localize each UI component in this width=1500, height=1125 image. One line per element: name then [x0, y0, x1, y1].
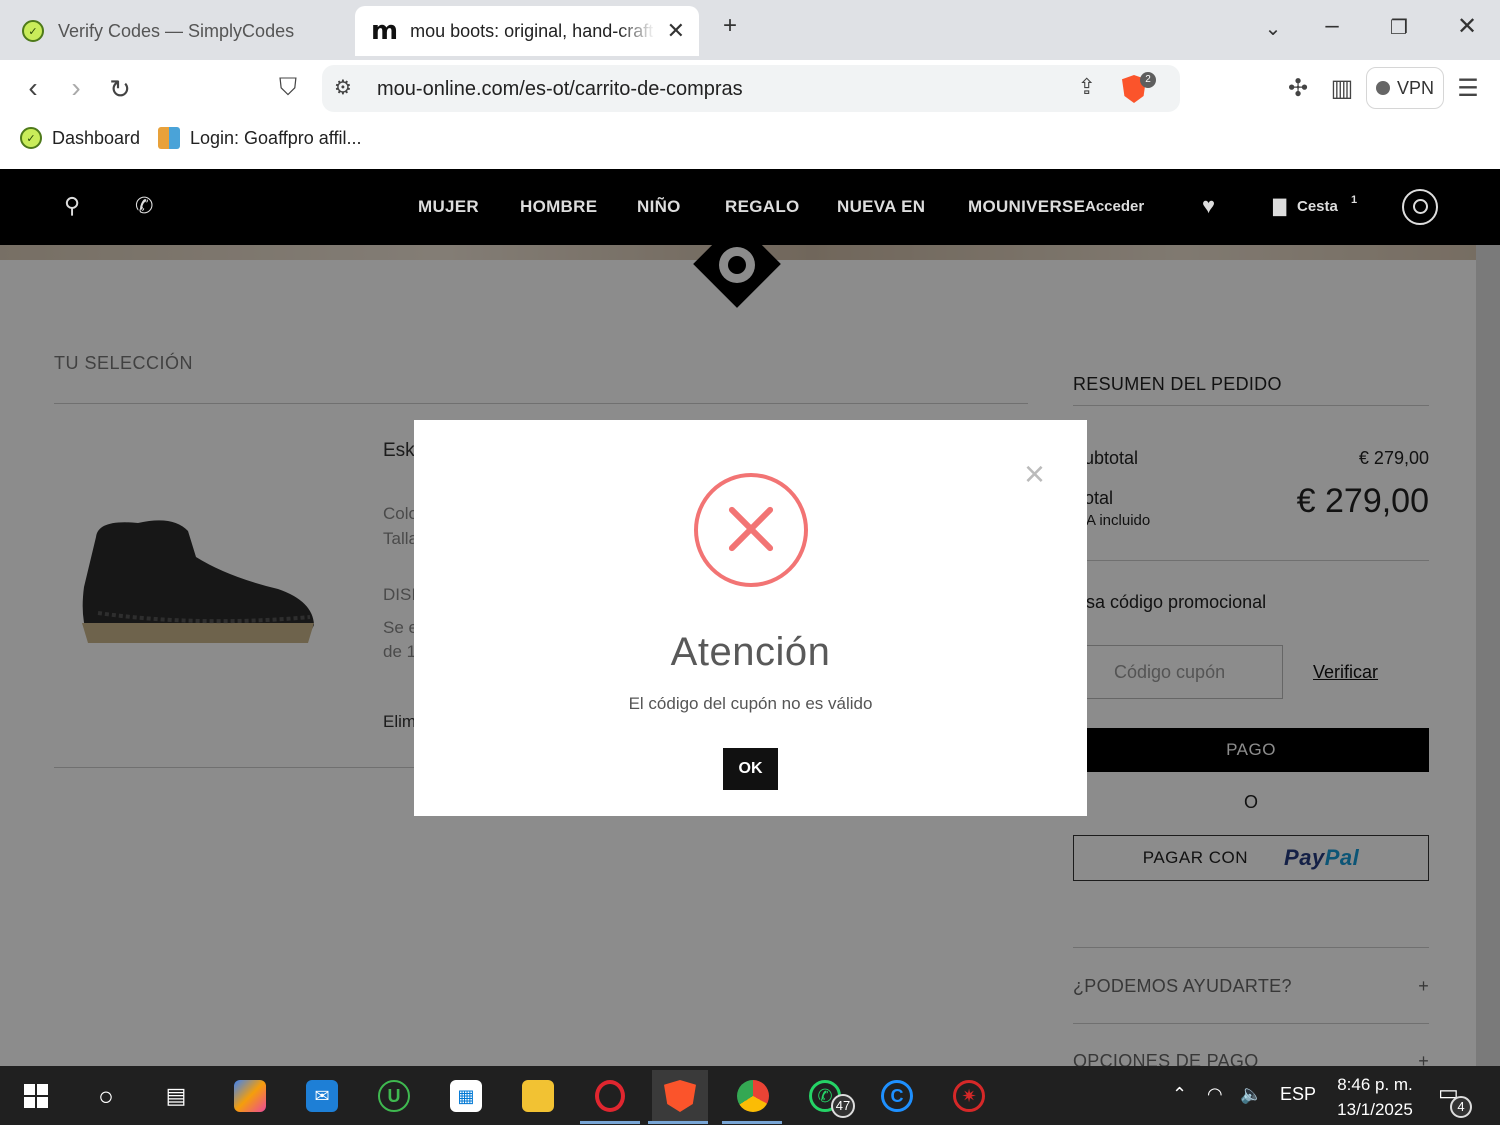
wifi-icon[interactable]: ◠ — [1207, 1084, 1223, 1105]
bookmark-label: Login: Goaffpro affil... — [190, 127, 362, 148]
copilot-icon[interactable] — [228, 1074, 272, 1118]
shield-count-badge: 2 — [1140, 72, 1156, 88]
volume-icon[interactable]: 🔈 — [1240, 1084, 1262, 1105]
dialog-message: El código del cupón no es válido — [628, 694, 873, 713]
share-icon[interactable]: ⇪ — [1078, 74, 1096, 100]
site-settings-icon[interactable]: ⚙ — [334, 75, 352, 100]
dialog-title: Atención — [670, 630, 831, 674]
bookmarks-bar: ✓ Dashboard Login: Goaffpro affil... — [0, 117, 1500, 169]
tab-title: mou boots: original, hand-craft — [410, 20, 654, 41]
mou-favicon-icon: m — [371, 16, 399, 46]
running-indicator — [580, 1121, 640, 1124]
forward-icon[interactable]: › — [58, 72, 94, 104]
running-indicator — [722, 1121, 782, 1124]
vpn-button[interactable]: VPN — [1366, 67, 1444, 109]
task-view-icon[interactable]: ▤ — [154, 1074, 198, 1118]
clock-date: 13/1/2025 — [1337, 1100, 1413, 1119]
nav-regalo[interactable]: REGALO — [725, 197, 800, 217]
ok-button[interactable]: OK — [723, 748, 778, 790]
whatsapp-unread-badge: 47 — [831, 1094, 855, 1118]
wishlist-heart-icon[interactable]: ♥ — [1202, 193, 1215, 219]
upwork-icon[interactable]: U — [372, 1074, 416, 1118]
nav-mujer[interactable]: MUJER — [418, 197, 479, 217]
restore-icon[interactable]: ❐ — [1381, 15, 1417, 40]
phone-icon[interactable]: ✆ — [135, 193, 153, 219]
search-icon[interactable] — [1402, 189, 1438, 225]
nav-hombre[interactable]: HOMBRE — [520, 197, 597, 217]
notifications-badge: 4 — [1450, 1096, 1472, 1118]
browser-toolbar: ‹ › ↻ ⛉ ⚙ mou-online.com/es-ot/carrito-d… — [0, 60, 1500, 117]
window-close-icon[interactable]: ✕ — [1449, 12, 1485, 41]
windows-start-icon[interactable] — [14, 1074, 58, 1118]
vpn-label: VPN — [1396, 77, 1434, 98]
bookmark-dashboard[interactable]: ✓ Dashboard — [20, 127, 140, 149]
back-icon[interactable]: ‹ — [15, 72, 51, 104]
goaffpro-favicon-icon — [158, 127, 180, 149]
brave-browser-icon[interactable] — [652, 1070, 708, 1122]
browser-tab-bar: ✓ Verify Codes — SimplyCodes m mou boots… — [0, 0, 1500, 60]
location-pin-icon[interactable]: ⚲ — [64, 193, 80, 219]
page-scrollbar[interactable] — [1476, 245, 1500, 1066]
tab-title: Verify Codes — SimplyCodes — [58, 20, 295, 41]
windows-taskbar: ○ ▤ ✉ U ▦ ✆ 47 C ✷ ⌃ ◠ 🔈 ESP 8:46 p. m. … — [0, 1066, 1500, 1125]
reload-icon[interactable]: ↻ — [102, 74, 138, 105]
error-x-icon — [694, 473, 808, 587]
url-text[interactable]: mou-online.com/es-ot/carrito-de-compras — [377, 78, 743, 101]
cart-link[interactable]: Cesta — [1297, 198, 1338, 215]
tab-verify-codes[interactable]: ✓ Verify Codes — SimplyCodes — [10, 6, 340, 56]
site-header: ⚲ ✆ MUJER HOMBRE NIÑO REGALO NUEVA EN MO… — [0, 169, 1500, 245]
ccleaner-icon[interactable]: C — [875, 1074, 919, 1118]
cart-bag-icon[interactable]: ▇ — [1273, 197, 1286, 217]
sidebar-icon[interactable]: ▥ — [1324, 74, 1360, 103]
minimize-icon[interactable]: – — [1314, 12, 1350, 40]
microsoft-store-icon[interactable]: ▦ — [444, 1074, 488, 1118]
chrome-icon[interactable] — [731, 1074, 775, 1118]
close-icon[interactable]: × — [1024, 456, 1045, 492]
address-bar[interactable]: ⚙ mou-online.com/es-ot/carrito-de-compra… — [322, 65, 1180, 112]
menu-hamburger-icon[interactable]: ☰ — [1450, 74, 1486, 103]
file-explorer-icon[interactable] — [516, 1074, 560, 1118]
nav-nueva-en[interactable]: NUEVA EN — [837, 197, 925, 217]
bookmark-goaffpro[interactable]: Login: Goaffpro affil... — [158, 127, 361, 149]
running-indicator — [648, 1121, 708, 1124]
search-circle-icon[interactable]: ○ — [84, 1074, 128, 1118]
vpn-status-icon — [1375, 81, 1390, 95]
new-tab-plus-icon[interactable]: + — [712, 12, 748, 40]
tab-mou-boots[interactable]: m mou boots: original, hand-craft ✕ — [355, 6, 699, 56]
bookmark-label: Dashboard — [52, 127, 141, 148]
simplycodes-favicon-icon: ✓ — [20, 127, 42, 149]
clock-time: 8:46 p. m. — [1337, 1075, 1413, 1094]
tab-close-icon[interactable]: ✕ — [667, 18, 685, 44]
mail-icon[interactable]: ✉ — [300, 1074, 344, 1118]
tab-list-chevron-icon[interactable]: ⌄ — [1255, 16, 1291, 41]
nav-nino[interactable]: NIÑO — [637, 197, 681, 217]
bookmark-icon[interactable]: ⛉ — [270, 74, 306, 102]
opera-icon[interactable] — [588, 1074, 632, 1118]
nav-mouniverse[interactable]: MOUNIVERSE — [968, 197, 1085, 217]
security-app-icon[interactable]: ✷ — [947, 1074, 991, 1118]
cart-count: 1 — [1351, 194, 1358, 206]
alert-dialog: × Atención El código del cupón no es vál… — [414, 420, 1087, 816]
language-indicator[interactable]: ESP — [1280, 1084, 1316, 1105]
login-link[interactable]: Acceder — [1085, 198, 1144, 215]
show-hidden-icons-chevron-icon[interactable]: ⌃ — [1172, 1084, 1187, 1105]
simplycodes-favicon-icon: ✓ — [22, 20, 44, 42]
extensions-icon[interactable]: ✣ — [1280, 74, 1316, 103]
system-clock[interactable]: 8:46 p. m. 13/1/2025 — [1330, 1072, 1420, 1122]
